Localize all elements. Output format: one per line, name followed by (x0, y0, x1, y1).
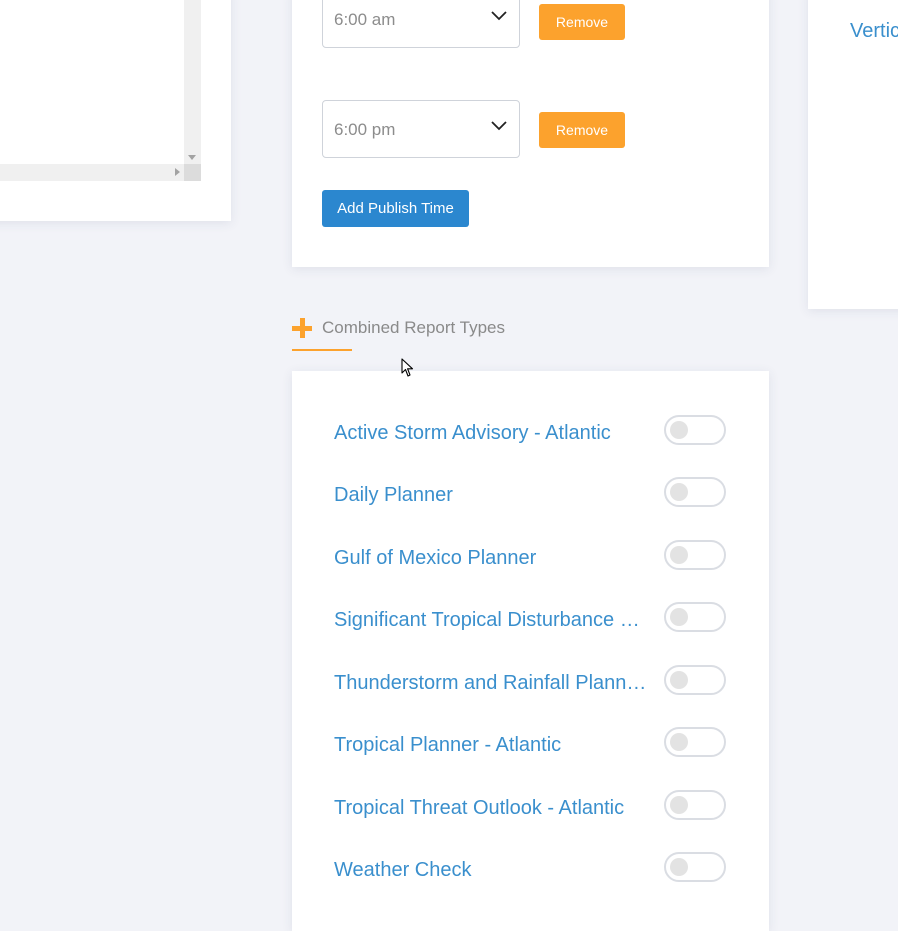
publish-times-card: 6:00 am Remove 6:00 pm Remove Add Publis… (292, 0, 769, 267)
toggle-knob (670, 858, 688, 876)
scroll-right-arrow-icon[interactable] (175, 168, 180, 176)
section-title: Combined Report Types (322, 318, 506, 337)
right-card-link[interactable]: Vertic (850, 20, 898, 43)
report-type-link[interactable]: Tropical Planner - Atlantic (334, 734, 648, 757)
plus-icon (292, 318, 312, 338)
combined-report-types-tab[interactable]: Combined Report Types (292, 312, 532, 352)
scroll-down-arrow-icon[interactable] (188, 155, 196, 160)
chevron-down-icon (491, 11, 507, 21)
report-type-row: Gulf of Mexico Planner (334, 540, 727, 576)
report-type-toggle[interactable] (664, 665, 726, 695)
report-type-link[interactable]: Tropical Threat Outlook - Atlantic (334, 797, 648, 820)
report-type-link[interactable]: Weather Check (334, 859, 648, 882)
right-card: Vertic (808, 0, 898, 309)
report-type-row: Tropical Planner - Atlantic (334, 727, 727, 763)
toggle-knob (670, 671, 688, 689)
toggle-knob (670, 796, 688, 814)
report-type-toggle[interactable] (664, 602, 726, 632)
tab-underline (292, 349, 352, 351)
report-type-row: Weather Check (334, 852, 727, 888)
chevron-down-icon (491, 121, 507, 131)
report-type-toggle[interactable] (664, 727, 726, 757)
toggle-knob (670, 608, 688, 626)
remove-time-button-1[interactable]: Remove (539, 4, 625, 40)
scroll-area (0, 0, 201, 181)
report-type-row: Significant Tropical Disturbance … (334, 602, 727, 638)
scrollbar-corner (184, 164, 201, 181)
report-type-link[interactable]: Active Storm Advisory - Atlantic (334, 422, 648, 445)
combined-report-types-card: Active Storm Advisory - Atlantic Daily P… (292, 371, 769, 931)
toggle-knob (670, 546, 688, 564)
report-type-row: Active Storm Advisory - Atlantic (334, 415, 727, 451)
horizontal-scrollbar[interactable] (0, 164, 184, 181)
mouse-pointer-icon (401, 358, 414, 377)
report-type-link[interactable]: Daily Planner (334, 484, 648, 507)
vertical-scrollbar[interactable] (184, 0, 201, 164)
publish-time-value-2: 6:00 pm (334, 120, 396, 139)
report-type-link[interactable]: Significant Tropical Disturbance … (334, 609, 648, 632)
toggle-knob (670, 421, 688, 439)
report-type-row: Thunderstorm and Rainfall Plann… (334, 665, 727, 701)
add-publish-time-button[interactable]: Add Publish Time (322, 190, 469, 227)
toggle-knob (670, 483, 688, 501)
remove-time-button-2[interactable]: Remove (539, 112, 625, 148)
report-type-toggle[interactable] (664, 852, 726, 882)
report-type-link[interactable]: Gulf of Mexico Planner (334, 547, 648, 570)
publish-time-value-1: 6:00 am (334, 10, 396, 29)
report-type-row: Daily Planner (334, 477, 727, 513)
left-panel (0, 0, 231, 221)
report-type-link[interactable]: Thunderstorm and Rainfall Plann… (334, 672, 648, 695)
report-type-toggle[interactable] (664, 790, 726, 820)
publish-time-select-1[interactable]: 6:00 am (322, 0, 520, 48)
toggle-knob (670, 733, 688, 751)
report-type-toggle[interactable] (664, 477, 726, 507)
report-type-row: Tropical Threat Outlook - Atlantic (334, 790, 727, 826)
publish-time-select-2[interactable]: 6:00 pm (322, 100, 520, 158)
report-type-toggle[interactable] (664, 415, 726, 445)
report-type-toggle[interactable] (664, 540, 726, 570)
